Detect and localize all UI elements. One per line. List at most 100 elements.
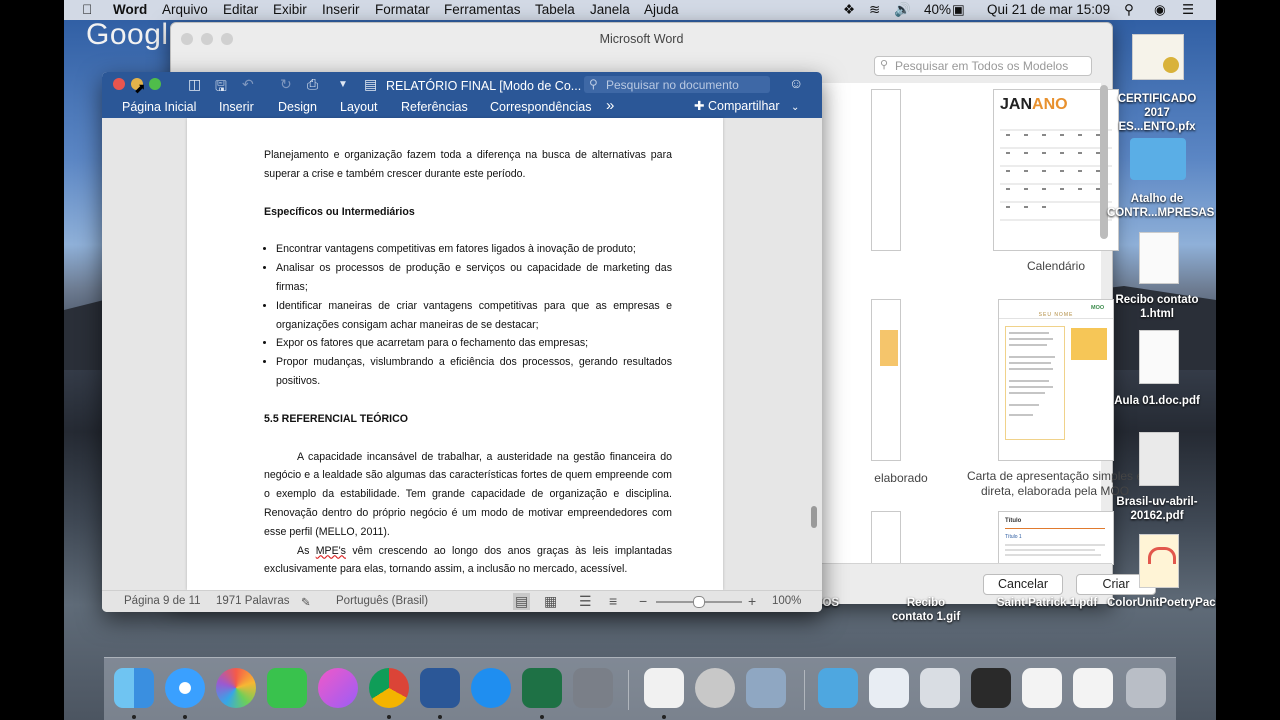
safari-icon[interactable]	[165, 668, 205, 708]
gallery-search-input[interactable]: ⚲ Pesquisar em Todos os Modelos	[874, 56, 1092, 76]
desktop-icon-label[interactable]: Brasil-uv-abril-20162.pdf	[1107, 495, 1207, 523]
smiley-feedback-icon[interactable]: ☺	[789, 75, 803, 91]
tab-referencias[interactable]: Referências	[401, 100, 468, 114]
outline-view-icon[interactable]: ☰	[579, 593, 592, 610]
folder-alias-icon[interactable]	[1130, 138, 1186, 180]
dropbox-icon[interactable]: ❖	[843, 2, 855, 18]
siri-icon[interactable]: ◉	[1154, 2, 1166, 18]
close-button[interactable]	[113, 78, 125, 90]
sidebar-toggle-icon[interactable]: ◫	[188, 76, 201, 93]
pdf-file-icon[interactable]	[1139, 432, 1179, 486]
documents-stack-icon[interactable]	[869, 668, 909, 708]
pdf-file-icon[interactable]	[1139, 534, 1179, 588]
menu-formatar[interactable]: Formatar	[375, 2, 430, 17]
window-thumbnail-icon[interactable]	[971, 668, 1011, 708]
menu-ajuda[interactable]: Ajuda	[644, 2, 679, 17]
menu-tabela[interactable]: Tabela	[535, 2, 575, 17]
photos-icon[interactable]	[216, 668, 256, 708]
word-document-thumbnail-icon[interactable]	[1022, 668, 1062, 708]
trash-icon[interactable]	[1126, 668, 1166, 708]
system-preferences-icon[interactable]	[573, 668, 613, 708]
print-layout-view-icon[interactable]: ▤	[513, 593, 531, 610]
wifi-icon[interactable]: ≋	[869, 2, 880, 18]
tab-pagina-inicial[interactable]: Página Inicial	[122, 100, 196, 114]
pdf-file-icon[interactable]	[1139, 330, 1179, 384]
desktop-label-saint-patrick[interactable]: Saint Patrick 1.pdf	[992, 596, 1102, 610]
tab-layout[interactable]: Layout	[340, 100, 378, 114]
downloads-folder-icon[interactable]	[818, 668, 858, 708]
volume-icon[interactable]: 🔊	[894, 2, 911, 18]
template-label-partial: elaborado	[874, 471, 928, 485]
spelling-error-mpes[interactable]: MPE's	[316, 545, 346, 557]
cancel-button[interactable]: Cancelar	[983, 574, 1063, 595]
zoom-out-button[interactable]: −	[639, 593, 647, 609]
menu-janela[interactable]: Janela	[590, 2, 630, 17]
desktop-icon-label[interactable]: ColorUnitPoetryPackage.pdf	[1107, 596, 1216, 610]
share-button[interactable]: ✚ Compartilhar ⌄	[694, 98, 799, 113]
image-capture-icon[interactable]	[746, 668, 786, 708]
apple-menu-icon[interactable]: 	[82, 2, 92, 17]
print-icon[interactable]: ⎙	[307, 76, 318, 93]
app-store-icon[interactable]	[471, 668, 511, 708]
template-thumb-partial-2[interactable]	[871, 299, 901, 461]
template-thumb-title[interactable]: Título Título 1	[998, 511, 1114, 565]
template-thumb-moo[interactable]: MOO SEU NOME	[998, 299, 1114, 461]
language[interactable]: Português (Brasil)	[336, 595, 428, 607]
document-search-input[interactable]: ⚲ Pesquisar no documento	[584, 76, 770, 93]
document-page[interactable]: Planejamento e organização fazem toda a …	[187, 118, 723, 590]
template-thumb-partial-3[interactable]	[871, 511, 901, 565]
list-item: Identificar maneiras de criar vantagens …	[276, 297, 672, 335]
desktop-icon-label[interactable]: Atalho de CONTR...MPRESAS	[1107, 192, 1214, 220]
preview-icon[interactable]	[644, 668, 684, 708]
menu-editar[interactable]: Editar	[223, 2, 258, 17]
desktop-icon-label[interactable]: CERTIFICADO 2017 ES...ENTO.pfx	[1107, 92, 1207, 134]
draft-view-icon[interactable]: ≡	[609, 593, 617, 609]
keychain-icon[interactable]	[695, 668, 735, 708]
menu-exibir[interactable]: Exibir	[273, 2, 307, 17]
tab-design[interactable]: Design	[278, 100, 317, 114]
finder-icon[interactable]	[114, 668, 154, 708]
excel-icon[interactable]	[522, 668, 562, 708]
desktop-label-recibo-gif[interactable]: Recibo contato 1.gif	[886, 596, 966, 624]
word-document-thumbnail-icon[interactable]	[1073, 668, 1113, 708]
zoom-button[interactable]	[149, 78, 161, 90]
zoom-slider-handle[interactable]	[693, 596, 705, 608]
page-count[interactable]: Página 9 de 11	[124, 595, 201, 607]
zoom-level[interactable]: 100%	[772, 595, 801, 607]
zoom-in-button[interactable]: +	[748, 593, 756, 609]
more-tabs-chevron-icon[interactable]: »	[606, 97, 614, 114]
tab-correspondencias[interactable]: Correspondências	[490, 100, 591, 114]
redo-icon[interactable]: ↻	[280, 76, 292, 93]
menu-app-name[interactable]: Word	[113, 2, 147, 17]
document-scrollbar[interactable]	[811, 506, 817, 528]
certificate-file-icon[interactable]	[1132, 34, 1184, 80]
desktop-icon-label[interactable]: Recibo contato 1.html	[1107, 293, 1207, 321]
proofing-icon[interactable]: ✎	[301, 595, 311, 609]
notification-center-icon[interactable]: ☰	[1182, 2, 1194, 18]
facetime-icon[interactable]	[267, 668, 307, 708]
itunes-icon[interactable]	[318, 668, 358, 708]
menu-inserir[interactable]: Inserir	[322, 2, 360, 17]
chrome-icon[interactable]	[369, 668, 409, 708]
html-file-icon[interactable]	[1139, 232, 1179, 284]
undo-icon[interactable]: ↶	[242, 76, 254, 93]
chrome-window-thumbnail-icon[interactable]	[920, 668, 960, 708]
word-count[interactable]: 1971 Palavras	[216, 595, 290, 607]
spotlight-search-icon[interactable]: ⚲	[1124, 2, 1134, 18]
battery-icon[interactable]: ▣	[952, 2, 965, 18]
menu-clock[interactable]: Qui 21 de mar 15:09	[987, 2, 1110, 17]
tab-inserir[interactable]: Inserir	[219, 100, 254, 114]
menu-ferramentas[interactable]: Ferramentas	[444, 2, 521, 17]
template-thumb-partial-1[interactable]	[871, 89, 901, 251]
ribbon-collapse-chevron-icon[interactable]: ⌄	[791, 102, 799, 113]
save-icon[interactable]: 🖫	[215, 76, 227, 100]
word-icon[interactable]	[420, 668, 460, 708]
battery-percent[interactable]: 40%	[924, 2, 951, 17]
calendar-grid-graphic	[1000, 129, 1112, 221]
desktop-icon-label[interactable]: Aula 01.doc.pdf	[1107, 394, 1207, 408]
desktop:  Word Arquivo Editar Exibir Inserir For…	[64, 0, 1216, 720]
menu-arquivo[interactable]: Arquivo	[162, 2, 208, 17]
customize-toolbar-icon[interactable]: ▼	[338, 79, 348, 90]
web-layout-view-icon[interactable]: ▦	[544, 593, 557, 610]
document-body[interactable]: Planejamento e organização fazem toda a …	[264, 146, 672, 579]
